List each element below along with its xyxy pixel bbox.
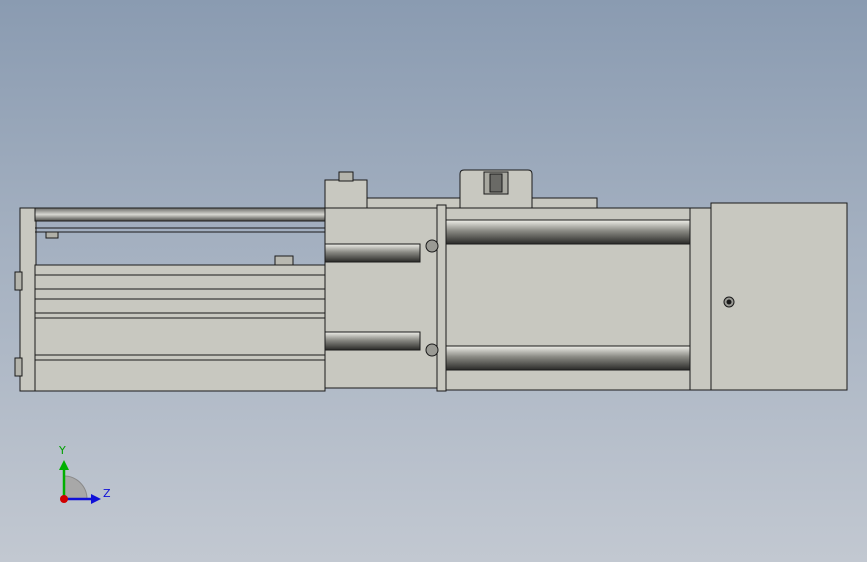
flange-rod-bottom [324, 331, 421, 351]
triad-quadrant [63, 475, 88, 500]
z-axis-arrow [91, 494, 101, 504]
top-rail [34, 207, 326, 222]
flange-rod-top [324, 243, 421, 263]
motor-rod-bottom [445, 345, 691, 371]
left-end-boss-bottom [14, 357, 23, 377]
body-nut [274, 255, 294, 266]
motor-rod-top [445, 219, 691, 245]
motor-flange [324, 207, 442, 389]
axis-triad [59, 460, 101, 504]
carriage-screw-top [338, 171, 354, 182]
triad-z-label: Z [103, 487, 111, 500]
motor-flange-plate [436, 204, 447, 392]
x-axis-dot [60, 495, 68, 503]
cad-viewport[interactable]: Y Z [0, 0, 867, 562]
left-end-boss-top [14, 271, 23, 291]
small-screw [45, 231, 59, 239]
y-axis-arrow [59, 460, 69, 470]
carriage-clamp-left [324, 179, 368, 211]
actuator-model[interactable] [0, 0, 867, 562]
actuator-body [34, 264, 326, 392]
triad-y-label: Y [59, 444, 66, 457]
encoder-cover [710, 202, 848, 391]
